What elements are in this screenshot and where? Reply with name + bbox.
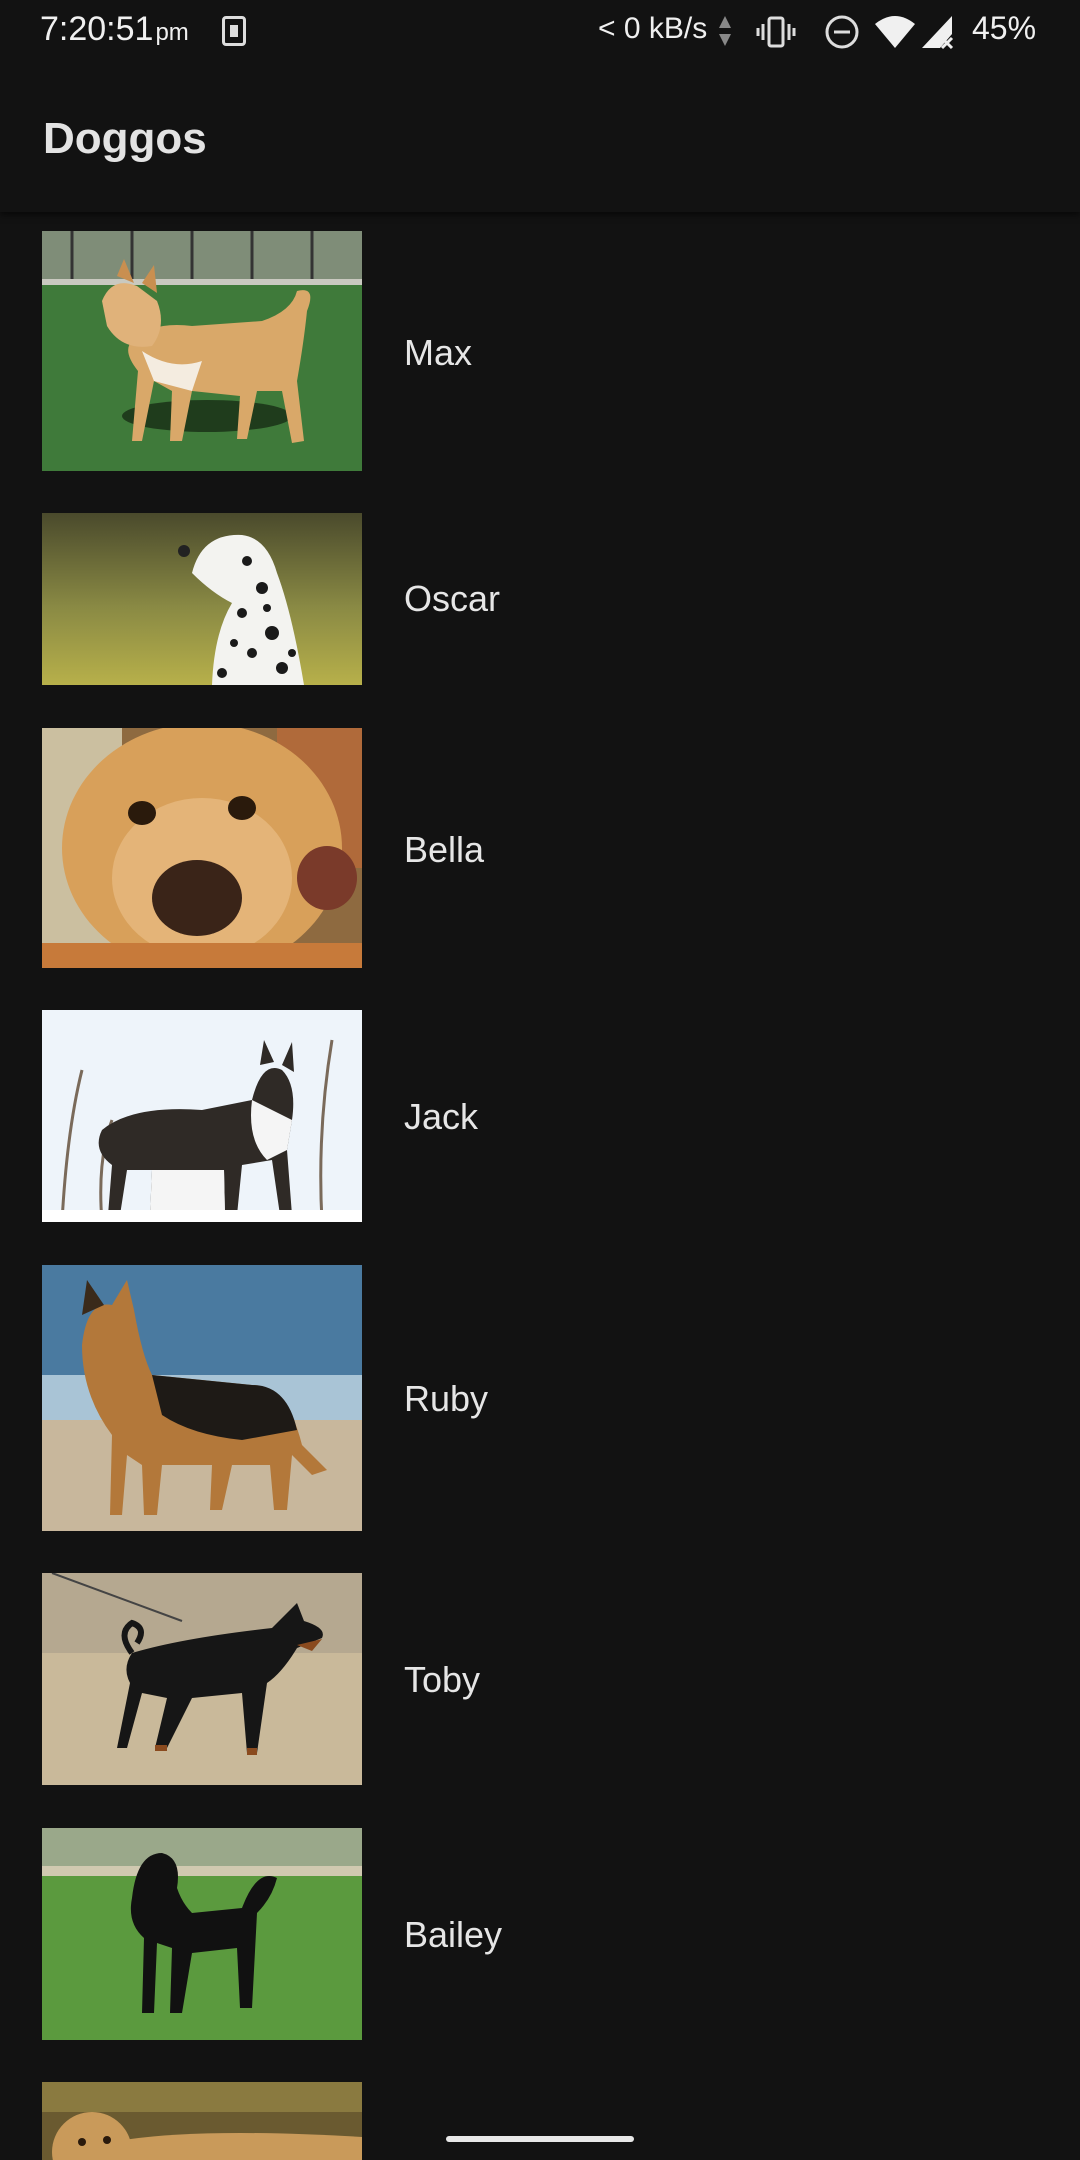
list-item[interactable]: Bailey (0, 1828, 1080, 2040)
wifi-icon (875, 16, 915, 48)
data-arrows-icon (719, 16, 731, 46)
status-time-value: 7:20:51 (40, 10, 154, 48)
dalmatian-photo (42, 513, 362, 685)
shiba-inu-photo (42, 231, 362, 471)
dog-name: Toby (404, 1659, 481, 1700)
german-shepherd-photo (42, 1265, 362, 1531)
status-time: 7:20:51pm (40, 10, 189, 49)
dog-name: Oscar (404, 578, 501, 619)
list-item[interactable]: Jack (0, 1010, 1080, 1222)
network-speed: < 0 kB/s (598, 12, 708, 45)
labrador-photo (42, 2082, 362, 2160)
gesture-navigation-bar[interactable] (446, 2136, 634, 2142)
status-bar: 7:20:51pm < 0 kB/s 45% (0, 0, 1080, 64)
list-item[interactable]: Max (0, 231, 1080, 471)
dog-list[interactable]: Max Oscar Bella Jack Ruby Toby Bailey (0, 0, 1080, 2160)
list-item[interactable]: Oscar (0, 513, 1080, 685)
app-bar: Doggos (0, 64, 1080, 212)
notification-icon (222, 16, 246, 46)
signal-icon (922, 16, 954, 50)
list-item[interactable]: Ruby (0, 1265, 1080, 1531)
vibrate-icon (756, 16, 796, 48)
do-not-disturb-icon (825, 15, 859, 49)
status-time-ampm: pm (155, 19, 189, 46)
dog-name: Bailey (404, 1914, 503, 1955)
dog-name: Bella (404, 829, 485, 870)
battery-level: 45% (972, 10, 1037, 46)
page-title: Doggos (43, 114, 207, 163)
golden-retriever-photo (42, 728, 362, 968)
doberman-photo (42, 1573, 362, 1785)
list-item[interactable] (0, 2082, 1080, 2160)
husky-photo (42, 1010, 362, 1222)
list-item[interactable]: Toby (0, 1573, 1080, 1785)
dog-name: Ruby (404, 1378, 489, 1419)
poodle-photo (42, 1828, 362, 2040)
dog-name: Jack (404, 1096, 479, 1137)
dog-name: Max (404, 332, 473, 373)
list-item[interactable]: Bella (0, 728, 1080, 968)
